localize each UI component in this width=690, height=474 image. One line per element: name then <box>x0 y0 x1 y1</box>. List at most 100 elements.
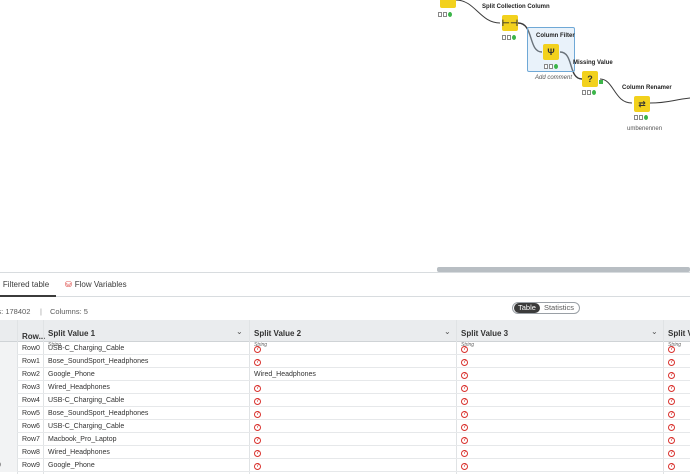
missing-value-icon: ? <box>668 424 675 431</box>
table-cell: Wired_Headphones <box>48 449 110 456</box>
column-header-name: Split Value 3 <box>461 329 509 338</box>
row-index-cell <box>0 368 17 381</box>
missing-cell: ? <box>254 423 261 431</box>
missing-cell: ? <box>461 397 468 405</box>
missing-value-icon: ? <box>254 411 261 418</box>
row-id-cell: Row6 <box>22 423 40 430</box>
missing-value-icon: ? <box>668 411 675 418</box>
table-row[interactable]: Row5 Bose_SoundSport_Headphones??? <box>0 407 690 420</box>
missing-value-icon: ? <box>668 398 675 405</box>
view-toggle-table[interactable]: Table <box>514 303 540 313</box>
chevron-down-icon[interactable]: ⌄ <box>236 327 243 336</box>
column-header-name: Split V <box>668 329 690 338</box>
table-cell: Wired_Headphones <box>254 371 316 378</box>
row-index-cell <box>0 381 17 394</box>
missing-cell: ? <box>461 436 468 444</box>
table-cell: Macbook_Pro_Laptop <box>48 436 117 443</box>
table-row[interactable]: Row3 Wired_Headphones??? <box>0 381 690 394</box>
missing-cell: ? <box>254 436 261 444</box>
missing-cell: ? <box>254 358 261 366</box>
tab-label: Flow Variables <box>74 280 127 289</box>
missing-cell: ? <box>668 345 675 353</box>
row-index-cell <box>0 407 17 420</box>
table-row[interactable]: Row6 USB-C_Charging_Cable??? <box>0 420 690 433</box>
node-comment[interactable]: umbenennen <box>627 126 662 132</box>
column-header-name: Split Value 2 <box>254 329 302 338</box>
row-id-cell: Row9 <box>22 462 40 469</box>
missing-value-icon: ? <box>668 385 675 392</box>
row-id-cell: Row8 <box>22 449 40 456</box>
output-port[interactable] <box>599 80 603 84</box>
missing-cell: ? <box>461 410 468 418</box>
node-comment[interactable]: Add comment <box>535 75 572 81</box>
column-header-name: Row... <box>22 332 46 341</box>
table-header: Row... Split Value 1 String ⌄ Split Valu… <box>0 320 690 348</box>
info-separator: | <box>40 307 42 316</box>
node-status <box>634 115 649 121</box>
table-row[interactable]: Row8 Wired_Headphones??? <box>0 446 690 459</box>
missing-value-icon: ? <box>461 424 468 431</box>
tab-label: 1: Filtered table <box>0 280 50 289</box>
view-toggle-statistics[interactable]: Statistics <box>540 303 578 313</box>
missing-cell: ? <box>461 462 468 470</box>
workflow-canvas[interactable]: Split Collection Column ⊢⊣ Column Filter… <box>0 0 690 272</box>
missing-cell: ? <box>254 345 261 353</box>
output-panel: 1: Filtered table ⛁ Flow Variables ws: 1… <box>0 272 690 474</box>
missing-value-icon: ? <box>254 437 261 444</box>
missing-value-icon: ? <box>254 346 261 353</box>
node-status <box>544 64 559 70</box>
table-cell: Bose_SoundSport_Headphones <box>48 410 149 417</box>
table-row[interactable]: Row7 Macbook_Pro_Laptop??? <box>0 433 690 446</box>
missing-value-icon: ? <box>461 346 468 353</box>
row-index-cell <box>0 355 17 368</box>
node-status <box>582 90 597 96</box>
missing-cell: ? <box>668 423 675 431</box>
column-filter-icon: Ψ <box>543 44 559 60</box>
column-header-name: Split Value 1 <box>48 329 96 338</box>
missing-value-icon: ? <box>461 359 468 366</box>
row-id-cell: Row5 <box>22 410 40 417</box>
columns-count: Columns: 5 <box>50 307 88 316</box>
missing-value-icon: ? <box>254 424 261 431</box>
missing-cell: ? <box>668 462 675 470</box>
tab-filtered-table[interactable]: 1: Filtered table <box>0 280 49 289</box>
missing-value-icon: ? <box>254 463 261 470</box>
node-label: Column Renamer <box>622 85 672 91</box>
data-table: Row... Split Value 1 String ⌄ Split Valu… <box>0 320 690 474</box>
chevron-down-icon[interactable]: ⌄ <box>444 327 451 336</box>
missing-cell: ? <box>254 384 261 392</box>
chevron-down-icon[interactable]: ⌄ <box>651 327 658 336</box>
row-id-cell: Row1 <box>22 358 40 365</box>
rows-count: ws: 178402 <box>0 307 31 316</box>
missing-cell: ? <box>668 358 675 366</box>
row-index-cell: 0 <box>0 459 17 472</box>
view-toggle[interactable]: Table Statistics <box>512 302 580 314</box>
missing-cell: ? <box>461 423 468 431</box>
missing-value-icon: ? <box>461 437 468 444</box>
table-cell: Google_Phone <box>48 462 95 469</box>
node-icon <box>440 0 456 8</box>
missing-value-icon: ? <box>668 450 675 457</box>
table-row[interactable]: Row1 Bose_SoundSport_Headphones??? <box>0 355 690 368</box>
missing-value-icon: ? <box>254 450 261 457</box>
table-row[interactable]: Row4 USB-C_Charging_Cable??? <box>0 394 690 407</box>
tab-flow-variables[interactable]: ⛁ Flow Variables <box>65 280 127 289</box>
missing-value-icon: ? <box>461 385 468 392</box>
missing-cell: ? <box>668 371 675 379</box>
table-cell: Google_Phone <box>48 371 95 378</box>
table-row[interactable]: 0 Row9 Google_Phone??? <box>0 459 690 472</box>
missing-cell: ? <box>254 462 261 470</box>
table-cell: USB-C_Charging_Cable <box>48 423 125 430</box>
row-index: 0 <box>0 462 1 469</box>
missing-cell: ? <box>461 345 468 353</box>
missing-cell: ? <box>668 397 675 405</box>
missing-cell: ? <box>254 410 261 418</box>
missing-value-icon: ? <box>668 359 675 366</box>
node-label: Missing Value <box>573 60 613 66</box>
table-row[interactable]: Row0 USB-C_Charging_Cable??? <box>0 342 690 355</box>
table-row[interactable]: Row2 Google_Phone Wired_Headphones?? <box>0 368 690 381</box>
table-cell: USB-C_Charging_Cable <box>48 345 125 352</box>
row-id-cell: Row3 <box>22 384 40 391</box>
missing-value-icon: ? <box>668 372 675 379</box>
missing-cell: ? <box>668 410 675 418</box>
